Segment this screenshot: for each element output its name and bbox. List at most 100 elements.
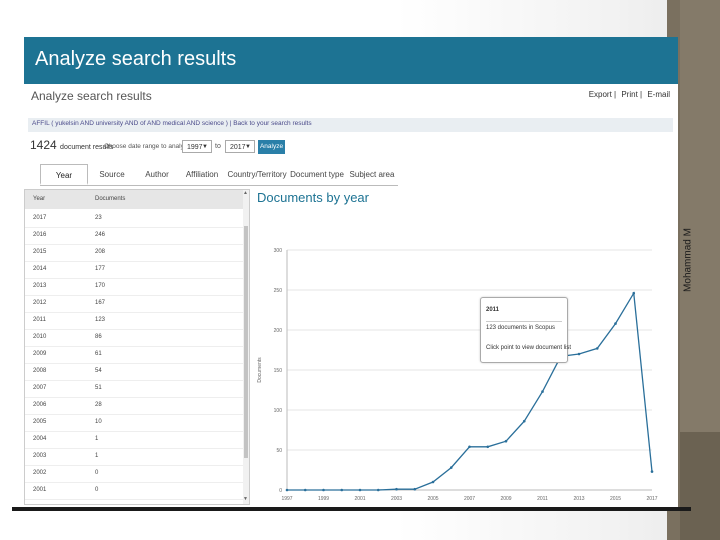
data-point — [577, 352, 581, 356]
cell-documents: 246 — [95, 232, 106, 238]
table-row[interactable]: 2013 170 — [25, 278, 243, 296]
tab-year[interactable]: Year — [40, 164, 88, 185]
cell-documents: 10 — [95, 419, 102, 425]
data-point — [322, 488, 325, 492]
y-tick-label: 300 — [274, 248, 283, 254]
scroll-up-icon[interactable]: ▲ — [243, 190, 248, 196]
table-row[interactable]: 2004 1 — [25, 431, 243, 449]
tooltip-click-hint: Click point to view document list — [486, 345, 572, 351]
data-point — [340, 488, 344, 492]
cell-documents: 170 — [95, 283, 106, 289]
data-point — [468, 445, 471, 449]
data-point — [650, 470, 654, 473]
bottom-divider — [12, 507, 691, 511]
tooltip-doc-count: 123 documents in Scopus — [486, 325, 556, 331]
table-row[interactable]: 2012 167 — [25, 295, 243, 313]
email-link[interactable]: E-mail — [647, 90, 670, 99]
cell-documents: 61 — [95, 351, 102, 357]
column-header-year[interactable]: Year — [33, 196, 45, 202]
y-tick-label: 50 — [276, 448, 282, 454]
cell-documents: 167 — [95, 300, 106, 306]
tab-source[interactable]: Source — [88, 164, 136, 185]
x-tick-label: 2005 — [427, 496, 438, 502]
table-row[interactable]: 2014 177 — [25, 261, 243, 279]
chart-title: Documents by year — [257, 190, 369, 205]
right-decor-lower — [680, 432, 720, 540]
table-row[interactable]: 2017 23 — [25, 210, 243, 228]
table-row[interactable]: 2016 246 — [25, 227, 243, 245]
table-row[interactable]: 2003 1 — [25, 448, 243, 466]
export-link[interactable]: Export — [589, 90, 612, 99]
back-to-results-link[interactable]: Back to your search results — [233, 120, 311, 127]
data-point — [413, 487, 417, 491]
data-point — [504, 439, 508, 443]
y-tick-label: 250 — [274, 288, 283, 294]
x-tick-label: 2011 — [537, 496, 548, 502]
scrollbar-thumb[interactable] — [244, 226, 248, 458]
tab-country-territory[interactable]: Country/Territory — [226, 164, 288, 185]
side-author-label: Mohammad M — [682, 228, 694, 292]
cell-year: 2013 — [33, 283, 47, 289]
cell-year: 2005 — [33, 419, 47, 425]
analyze-button[interactable]: Analyze — [258, 140, 285, 154]
x-tick-label: 2009 — [500, 496, 511, 502]
cell-documents: 208 — [95, 249, 106, 255]
table-row[interactable]: 2008 54 — [25, 363, 243, 381]
tab-affiliation[interactable]: Affiliation — [178, 164, 226, 185]
tab-subject-area[interactable]: Subject area — [346, 164, 398, 185]
data-point — [431, 480, 435, 484]
cell-year: 2017 — [33, 215, 47, 221]
cell-year: 2009 — [33, 351, 47, 357]
data-point — [486, 445, 490, 449]
data-point — [614, 322, 617, 325]
table-scrollbar[interactable]: ▲ ▼ — [243, 190, 249, 504]
table-row[interactable]: 2002 0 — [25, 465, 243, 483]
table-row[interactable]: 2015 208 — [25, 244, 243, 262]
cell-year: 2002 — [33, 470, 47, 476]
table-row[interactable]: 2011 123 — [25, 312, 243, 330]
chevron-down-icon: ▼ — [245, 144, 251, 150]
to-year-select[interactable]: 2017 ▼ — [225, 140, 255, 153]
y-tick-label: 200 — [274, 328, 283, 334]
print-link[interactable]: Print — [621, 90, 637, 99]
cell-year: 2015 — [33, 249, 47, 255]
table-header: Year Documents — [25, 190, 243, 209]
data-point — [522, 419, 526, 423]
cell-documents: 54 — [95, 368, 102, 374]
table-row[interactable]: 2005 10 — [25, 414, 243, 432]
from-year-select[interactable]: 1997 ▼ — [182, 140, 212, 153]
table-row[interactable]: 2009 61 — [25, 346, 243, 364]
data-point — [358, 488, 362, 492]
query-string: AFFIL ( yukelsin AND university AND of A… — [32, 120, 228, 127]
x-tick-label: 2015 — [610, 496, 621, 502]
cell-documents: 86 — [95, 334, 102, 340]
cell-documents: 23 — [95, 215, 102, 221]
results-count: 1424 document results — [30, 138, 113, 152]
cell-documents: 123 — [95, 317, 106, 323]
cell-year: 2001 — [33, 487, 47, 493]
table-row[interactable]: 2010 86 — [25, 329, 243, 347]
table-row[interactable]: 2006 28 — [25, 397, 243, 415]
table-row[interactable]: 2007 51 — [25, 380, 243, 398]
tooltip-year: 2011 — [486, 307, 500, 313]
x-tick-label: 2013 — [573, 496, 584, 502]
cell-year: 2006 — [33, 402, 47, 408]
query-bar: AFFIL ( yukelsin AND university AND of A… — [28, 118, 673, 132]
data-point — [449, 466, 453, 469]
cell-documents: 177 — [95, 266, 106, 272]
cell-documents: 0 — [95, 470, 99, 476]
y-tick-label: 150 — [274, 368, 283, 374]
cell-documents: 1 — [95, 436, 99, 442]
tab-document-type[interactable]: Document type — [288, 164, 346, 185]
cell-documents: 0 — [95, 487, 99, 493]
column-header-documents[interactable]: Documents — [95, 196, 125, 202]
banner-title: Analyze search results — [35, 48, 237, 70]
table-row[interactable]: 2001 0 — [25, 482, 243, 500]
documents-by-year-chart: 0 50 100 150 200 250 300 1997 1999 2001 2003 2005 20… — [257, 248, 658, 502]
tab-author[interactable]: Author — [136, 164, 178, 185]
y-tick-label: 100 — [274, 408, 283, 414]
results-count-number: 1424 — [30, 138, 57, 152]
x-tick-label: 2017 — [646, 496, 657, 502]
cell-year: 2008 — [33, 368, 47, 374]
scroll-down-icon[interactable]: ▼ — [243, 496, 248, 502]
